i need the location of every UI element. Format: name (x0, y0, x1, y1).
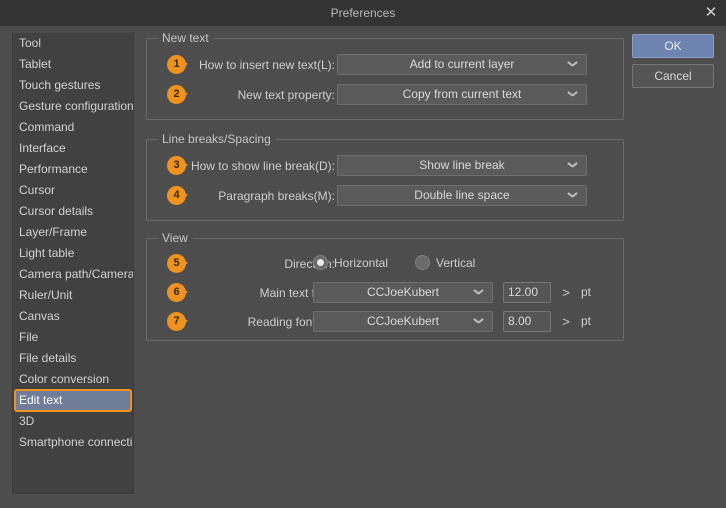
close-icon[interactable]: ✕ (700, 3, 722, 23)
radio-horizontal-indicator (313, 255, 328, 270)
label-new-text-property: New text property: (237, 88, 335, 102)
preferences-dialog: Preferences ✕ Tool Tablet Touch gestures… (0, 0, 726, 508)
group-line-breaks-spacing-title: Line breaks/Spacing (157, 132, 276, 146)
sidebar-item-3d[interactable]: 3D (13, 411, 133, 432)
row-new-text-property: 2 New text property: Copy from current t… (147, 83, 623, 107)
select-how-to-insert-new-text[interactable]: Add to current layer (337, 54, 587, 75)
unit-reading-font-size: pt (581, 314, 592, 328)
select-reading-font[interactable]: CCJoeKubert (313, 311, 493, 332)
cancel-button[interactable]: Cancel (632, 64, 714, 88)
select-new-text-property-value: Copy from current text (402, 87, 522, 101)
group-view: View 5 Direction: Horizontal Vertical 6 (146, 231, 624, 341)
radio-vertical-indicator (415, 255, 430, 270)
select-main-text-font[interactable]: CCJoeKubert (313, 282, 493, 303)
row-how-to-show-line-break: 3 How to show line break(D): Show line b… (147, 154, 623, 178)
sidebar-item-touch-gestures[interactable]: Touch gestures (13, 75, 133, 96)
sidebar-item-ruler-unit[interactable]: Ruler/Unit (13, 285, 133, 306)
row-how-to-insert-new-text: 1 How to insert new text(L): Add to curr… (147, 53, 623, 77)
sidebar-item-light-table[interactable]: Light table (13, 243, 133, 264)
radio-horizontal-label: Horizontal (334, 256, 389, 270)
group-line-breaks-spacing: Line breaks/Spacing 3 How to show line b… (146, 132, 624, 221)
select-reading-font-value: CCJoeKubert (366, 314, 440, 328)
sidebar-item-tablet[interactable]: Tablet (13, 54, 133, 75)
sidebar-item-smartphone-connection[interactable]: Smartphone connection (13, 432, 133, 453)
select-how-to-show-line-break[interactable]: Show line break (337, 155, 587, 176)
window-title: Preferences (330, 6, 396, 20)
chevron-down-icon (568, 162, 577, 168)
stepper-reading-font-size[interactable]: > (559, 311, 573, 332)
sidebar-item-cursor[interactable]: Cursor (13, 180, 133, 201)
sidebar-item-interface[interactable]: Interface (13, 138, 133, 159)
sidebar-item-canvas[interactable]: Canvas (13, 306, 133, 327)
row-direction: 5 Direction: Horizontal Vertical (147, 252, 623, 276)
sidebar-item-layer-frame[interactable]: Layer/Frame (13, 222, 133, 243)
sidebar-item-file-details[interactable]: File details (13, 348, 133, 369)
sidebar-item-command[interactable]: Command (13, 117, 133, 138)
sidebar-item-camera-path-camera[interactable]: Camera path/Camera (13, 264, 133, 285)
radio-vertical-label: Vertical (436, 256, 476, 270)
select-paragraph-breaks[interactable]: Double line space (337, 185, 587, 206)
label-direction: Direction: (284, 257, 335, 271)
select-how-to-insert-new-text-value: Add to current layer (409, 57, 515, 71)
ok-button[interactable]: OK (632, 34, 714, 58)
label-main-text-font: Main text font: (259, 286, 335, 300)
label-how-to-show-line-break: How to show line break(D): (190, 159, 335, 173)
row-reading-font: 7 Reading font(B): CCJoeKubert 8.00 > pt (147, 310, 623, 334)
sidebar-item-gesture-configuration[interactable]: Gesture configuration (13, 96, 133, 117)
input-reading-font-size[interactable]: 8.00 (503, 311, 551, 332)
group-new-text-title: New text (157, 31, 214, 45)
label-reading-font: Reading font(B): (247, 315, 335, 329)
stepper-main-text-font-size[interactable]: > (559, 282, 573, 303)
label-paragraph-breaks: Paragraph breaks(M): (218, 189, 335, 203)
chevron-down-icon (568, 91, 577, 97)
sidebar-item-tool[interactable]: Tool (13, 33, 133, 54)
chevron-down-icon (474, 289, 483, 295)
label-how-to-insert-new-text: How to insert new text(L): (198, 58, 335, 72)
row-main-text-font: 6 Main text font: CCJoeKubert 12.00 > pt (147, 281, 623, 305)
unit-main-text-font-size: pt (581, 285, 592, 299)
select-how-to-show-line-break-value: Show line break (419, 158, 505, 172)
chevron-down-icon (568, 192, 577, 198)
sidebar-item-file[interactable]: File (13, 327, 133, 348)
select-paragraph-breaks-value: Double line space (414, 188, 510, 202)
title-bar: Preferences ✕ (0, 0, 726, 26)
chevron-down-icon (568, 61, 577, 67)
select-main-text-font-value: CCJoeKubert (366, 285, 440, 299)
sidebar-item-cursor-details[interactable]: Cursor details (13, 201, 133, 222)
chevron-down-icon (474, 318, 483, 324)
sidebar-item-edit-text[interactable]: Edit text (14, 389, 132, 412)
sidebar-item-color-conversion[interactable]: Color conversion (13, 369, 133, 390)
input-main-text-font-size[interactable]: 12.00 (503, 282, 551, 303)
select-new-text-property[interactable]: Copy from current text (337, 84, 587, 105)
group-view-title: View (157, 231, 193, 245)
category-list[interactable]: Tool Tablet Touch gestures Gesture confi… (12, 32, 134, 494)
sidebar-item-performance[interactable]: Performance (13, 159, 133, 180)
group-new-text: New text 1 How to insert new text(L): Ad… (146, 31, 624, 120)
row-paragraph-breaks: 4 Paragraph breaks(M): Double line space (147, 184, 623, 208)
